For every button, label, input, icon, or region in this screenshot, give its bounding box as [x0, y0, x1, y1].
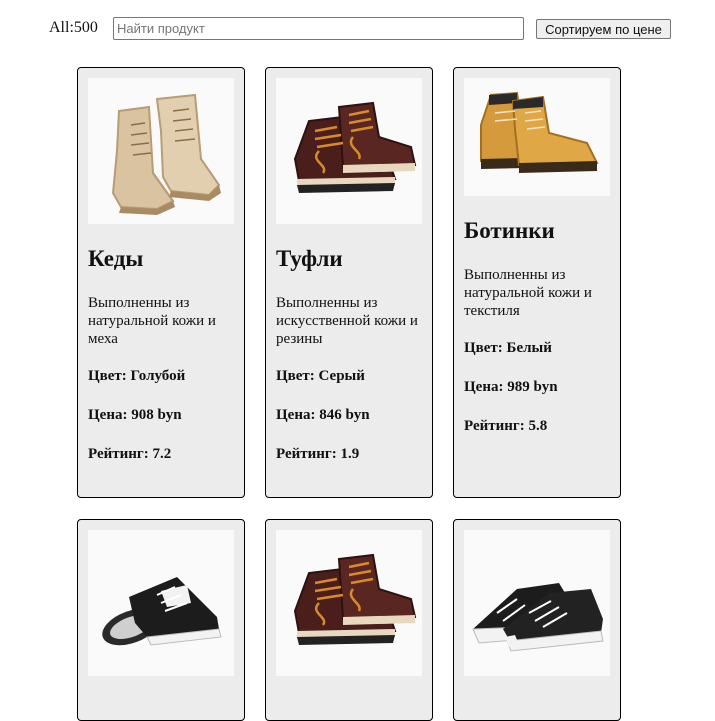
brown-boots-icon: [293, 553, 417, 645]
product-grid: Кеды Выполненны из натуральной кожи и ме…: [77, 67, 621, 721]
product-description: Выполненны из натуральной кожи и текстил…: [464, 267, 592, 319]
product-card[interactable]: Туфли Выполненны из искусственной кожи и…: [265, 67, 433, 498]
product-rating: Рейтинг: 5.8: [464, 418, 548, 434]
product-card[interactable]: Кеды Выполненны из натуральной кожи и ме…: [77, 67, 245, 498]
product-image: [464, 78, 610, 196]
black-sneakers-pair-icon: [472, 583, 604, 652]
product-info: Кеды Выполненны из натуральной кожи и ме…: [88, 246, 236, 463]
product-price: Цена: 989 byn: [464, 379, 558, 395]
product-count: All:500: [49, 19, 98, 36]
product-info: Туфли Выполненны из искусственной кожи и…: [276, 246, 424, 463]
product-description: Выполненны из искусственной кожи и резин…: [276, 295, 418, 347]
product-price: Цена: 846 byn: [276, 407, 370, 423]
brown-boots-icon: [293, 101, 417, 193]
product-color: Цвет: Белый: [464, 340, 552, 356]
product-color: Цвет: Голубой: [88, 368, 186, 384]
product-info: Ботинки Выполненны из натуральной кожи и…: [464, 218, 612, 435]
product-image: [276, 78, 422, 224]
yellow-boots-icon: [480, 91, 599, 173]
product-price: Цена: 908 byn: [88, 407, 182, 423]
product-image: [88, 530, 234, 676]
product-name: Ботинки: [464, 218, 555, 243]
black-sneakers-icon: [102, 577, 222, 646]
product-rating: Рейтинг: 7.2: [88, 446, 172, 462]
top-bar: All:500 Сортируем по цене: [0, 0, 715, 60]
sort-by-price-button[interactable]: Сортируем по цене: [536, 19, 671, 39]
product-color: Цвет: Серый: [276, 368, 365, 384]
product-card[interactable]: [453, 519, 621, 721]
product-image: [88, 78, 234, 224]
product-name: Кеды: [88, 246, 144, 271]
product-image: [464, 530, 610, 676]
product-card[interactable]: [77, 519, 245, 721]
product-description: Выполненны из натуральной кожи и меха: [88, 295, 216, 347]
product-name: Туфли: [276, 246, 343, 271]
search-input[interactable]: [113, 17, 524, 40]
product-rating: Рейтинг: 1.9: [276, 446, 360, 462]
product-card[interactable]: [265, 519, 433, 721]
product-image: [276, 530, 422, 676]
desert-boots-icon: [111, 93, 221, 215]
product-card[interactable]: Ботинки Выполненны из натуральной кожи и…: [453, 67, 621, 498]
